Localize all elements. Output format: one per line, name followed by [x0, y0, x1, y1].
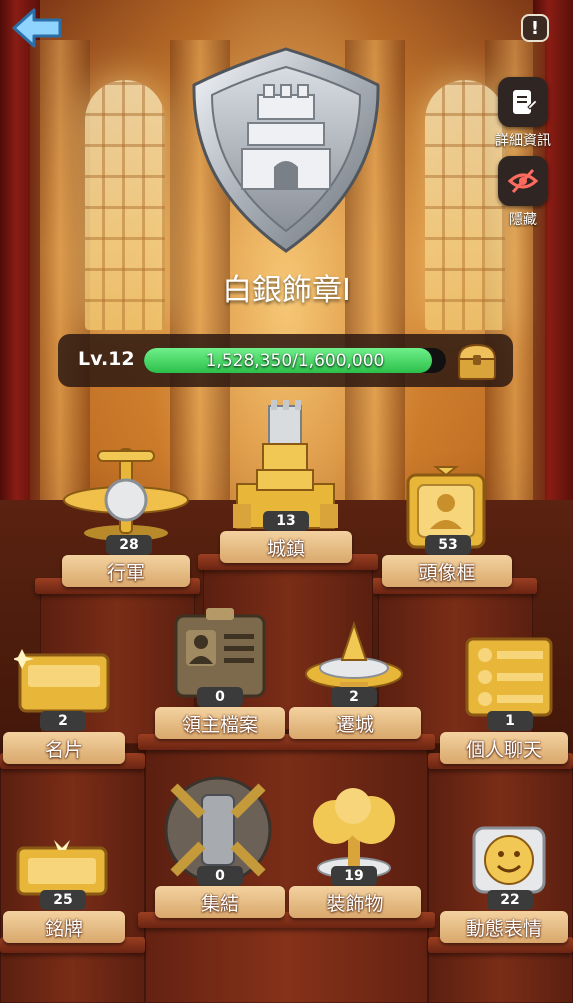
category-label[interactable]: 領主檔案 [155, 707, 285, 739]
category-label[interactable]: 銘牌 [3, 911, 125, 943]
back-button[interactable] [12, 8, 64, 48]
eye-hidden-icon [508, 168, 538, 194]
category-count: 2 [331, 687, 377, 707]
name-card-icon[interactable] [14, 645, 112, 715]
category-count: 0 [197, 687, 243, 707]
category-label[interactable]: 頭像框 [382, 555, 512, 587]
level-label: Lv.12 [78, 348, 135, 370]
badge-name: 白銀飾章I [222, 273, 351, 308]
category-count: 1 [487, 711, 533, 731]
category-count: 53 [425, 535, 471, 555]
pedestal [145, 918, 428, 1003]
category-label[interactable]: 個人聊天 [440, 732, 568, 764]
notice-button[interactable]: ! [521, 14, 549, 42]
category-label[interactable]: 名片 [3, 732, 125, 764]
hide-button[interactable] [498, 156, 548, 206]
level-progress-bar: 1,528,350/1,600,000 [144, 348, 446, 373]
category-label[interactable]: 裝飾物 [289, 886, 421, 918]
level-panel: Lv.12 1,528,350/1,600,000 [58, 334, 513, 387]
back-arrow-icon [12, 8, 62, 48]
exclamation-icon: ! [530, 17, 540, 39]
reward-chest-icon[interactable] [456, 341, 498, 381]
details-button[interactable] [498, 77, 548, 127]
category-label[interactable]: 遷城 [289, 707, 421, 739]
category-count: 22 [487, 890, 533, 910]
level-progress-text: 1,528,350/1,600,000 [205, 351, 385, 371]
nameplate-icon[interactable] [14, 838, 110, 898]
document-edit-icon [513, 90, 538, 114]
category-label[interactable]: 行軍 [62, 555, 190, 587]
category-count: 0 [197, 866, 243, 886]
category-count: 25 [40, 890, 86, 910]
march-airplane-icon[interactable] [62, 445, 190, 545]
category-label[interactable]: 動態表情 [440, 911, 568, 943]
category-count: 28 [106, 535, 152, 555]
hide-label: 隱藏 [509, 212, 537, 228]
category-label[interactable]: 城鎮 [220, 531, 352, 563]
private-chat-icon[interactable] [463, 635, 555, 719]
silver-badge-shield-icon [192, 47, 380, 253]
details-label: 詳細資訊 [495, 133, 551, 149]
category-count: 2 [40, 711, 86, 731]
category-label[interactable]: 集結 [155, 886, 285, 918]
emoji-icon[interactable] [470, 826, 548, 896]
category-count: 19 [331, 866, 377, 886]
category-count: 13 [263, 511, 309, 531]
